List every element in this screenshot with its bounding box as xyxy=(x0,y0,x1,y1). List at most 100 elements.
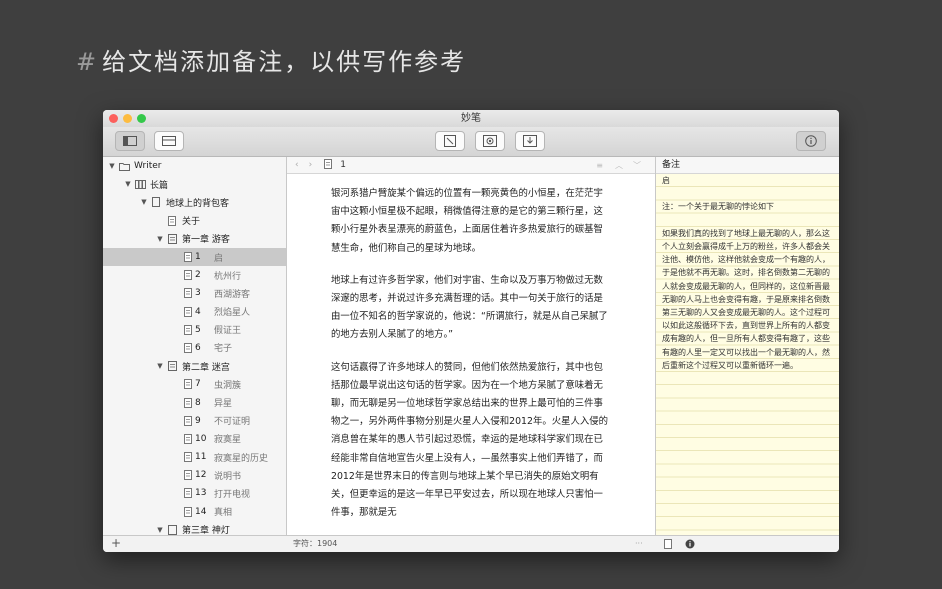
tree-item[interactable]: 8 异星 xyxy=(103,393,286,411)
slide-title-hash: # xyxy=(76,48,99,76)
tree-item-number: 5 xyxy=(195,324,201,335)
tree-item-label: 不可证明 xyxy=(214,417,251,428)
document-icon xyxy=(181,415,195,426)
document-icon xyxy=(181,379,195,390)
zoom-window-button[interactable] xyxy=(137,114,146,123)
tree-item[interactable]: 9 不可证明 xyxy=(103,412,286,430)
toolbar xyxy=(103,127,839,157)
editor-paragraph: 地球上有过许多哲学家，他们对宇宙、生命以及万事万物做过无数深邃的思考，并说过许多… xyxy=(331,274,608,341)
document-icon xyxy=(181,452,195,463)
books-icon xyxy=(133,179,147,189)
tree-chapter-1[interactable]: ▼ 第一章 游客 xyxy=(103,230,286,248)
tree-item-label: 打开电视 xyxy=(214,489,251,500)
notes-text[interactable]: 启 注：一个关于最无聊的悖论如下 如果我们真的找到了地球上最无聊的人，那么这个人… xyxy=(656,174,839,536)
breadcrumb-doc-number: 1 xyxy=(340,160,346,170)
more-options-button[interactable]: ··· xyxy=(635,536,643,552)
preview-button[interactable] xyxy=(475,131,505,151)
document-icon xyxy=(181,470,195,481)
tree-item-number: 3 xyxy=(195,288,201,299)
tree-item[interactable]: 1启 xyxy=(103,247,286,267)
list-icon[interactable]: ≡ xyxy=(596,161,603,170)
chapter-icon xyxy=(165,233,179,244)
note-title: 启 xyxy=(662,176,670,185)
document-icon xyxy=(181,488,195,499)
notes-header: 备注 xyxy=(656,157,839,174)
tree-section[interactable]: ▼ 长篇 xyxy=(103,175,286,193)
document-icon xyxy=(181,288,195,299)
tree-item-label: 说明书 xyxy=(214,471,242,482)
tree-item-label: 寂寞星 xyxy=(214,435,242,446)
tree-item-about[interactable]: 关于 xyxy=(103,212,286,230)
document-icon xyxy=(181,252,195,263)
tree-item-label: 寂寞星的历史 xyxy=(214,453,269,464)
minimize-window-button[interactable] xyxy=(123,114,132,123)
tree-item-number: 13 xyxy=(195,488,207,499)
tree-item-number: 10 xyxy=(195,433,207,444)
tree-item-number: 8 xyxy=(195,397,201,408)
tree-item[interactable]: 2 杭州行 xyxy=(103,266,286,284)
tree-chapter-3[interactable]: ▼ 第三章 神灯 xyxy=(103,521,286,536)
tree-root[interactable]: ▼ Writer xyxy=(103,157,286,175)
tree-item-label: 烈焰星人 xyxy=(214,308,251,319)
tree-item-label: 杭州行 xyxy=(214,271,242,282)
editor-paragraph: 这句话赢得了许多地球人的赞同，但他们依然热爱旅行，其中也包括那位最早说出这句话的… xyxy=(331,361,608,519)
disclosure-triangle-icon[interactable]: ▼ xyxy=(155,235,165,243)
chapter-icon xyxy=(165,524,179,535)
slide-title-text: 给文档添加备注，以供写作参考 xyxy=(102,48,467,76)
tree-item-number: 11 xyxy=(195,452,207,463)
disclosure-triangle-icon[interactable]: ▼ xyxy=(155,362,165,370)
document-icon xyxy=(165,215,179,226)
editor-header: ‹ › 1 ≡ ︿ ﹀ xyxy=(287,157,655,174)
tree-item-number: 12 xyxy=(195,470,207,481)
disclosure-triangle-icon[interactable]: ▼ xyxy=(123,180,133,188)
tree-item[interactable]: 5 假证王 xyxy=(103,321,286,339)
tree-item-label: 虫洞簇 xyxy=(214,380,242,391)
fullscreen-button[interactable] xyxy=(435,131,465,151)
add-item-button[interactable]: + xyxy=(111,536,121,551)
sidebar: ▼ Writer ▼ 长篇 ▼ 地球上的背包客 关于 ▼ 第一章 游客 1 启 … xyxy=(103,157,287,536)
tree-item-number: 4 xyxy=(195,306,201,317)
disclosure-triangle-icon[interactable]: ▼ xyxy=(139,198,149,206)
editor-pane: ‹ › 1 ≡ ︿ ﹀ 银河系猎户臂旋某个偏远的位置有一颗亮黄色的小恒星，在茫茫… xyxy=(287,157,655,536)
document-icon xyxy=(181,506,195,517)
disclosure-triangle-icon[interactable]: ▼ xyxy=(155,526,165,534)
status-bar: + 字符：1904 ··· xyxy=(103,535,839,552)
editor-text[interactable]: 银河系猎户臂旋某个偏远的位置有一颗亮黄色的小恒星，在茫茫宇宙中这颗小恒星极不起眼… xyxy=(331,185,611,536)
note-mode-icon[interactable] xyxy=(664,539,672,551)
eye-icon xyxy=(483,135,497,147)
document-icon xyxy=(181,270,195,281)
tree-item-number: 2 xyxy=(195,270,201,281)
info-icon[interactable] xyxy=(685,539,695,551)
tree-item-label: 真相 xyxy=(214,508,233,519)
forward-arrow-icon[interactable]: › xyxy=(309,160,313,170)
chevron-up-icon[interactable]: ︿ xyxy=(615,160,623,171)
tree-item[interactable]: 12 说明书 xyxy=(103,466,286,484)
tree-book[interactable]: ▼ 地球上的背包客 xyxy=(103,193,286,211)
tree-item-label: 西湖游客 xyxy=(214,289,251,300)
tree-item[interactable]: 14 真相 xyxy=(103,503,286,521)
toggle-header-button[interactable] xyxy=(154,131,184,151)
tree-item[interactable]: 13 打开电视 xyxy=(103,484,286,502)
tree-item-number: 7 xyxy=(195,379,201,390)
tree-chapter-2[interactable]: ▼ 第二章 迷宫 xyxy=(103,357,286,375)
close-window-button[interactable] xyxy=(109,114,118,123)
back-arrow-icon[interactable]: ‹ xyxy=(295,160,299,170)
app-window: 妙笔 ▼ Writer ▼ 长篇 ▼ 地球上的背包客 关于 ▼ 第一章 游客 1… xyxy=(103,110,839,552)
tree-item[interactable]: 10 寂寞星 xyxy=(103,430,286,448)
tree-item[interactable]: 6 宅子 xyxy=(103,339,286,357)
tree-item[interactable]: 11 寂寞星的历史 xyxy=(103,448,286,466)
info-button[interactable] xyxy=(796,131,826,151)
character-count: 字符：1904 xyxy=(293,539,338,548)
toggle-sidebar-button[interactable] xyxy=(115,131,145,151)
tree-item-number: 6 xyxy=(195,342,201,353)
tree-item[interactable]: 7 虫洞簇 xyxy=(103,375,286,393)
note-body: 如果我们真的找到了地球上最无聊的人，那么这个人立刻会赢得成千上万的粉丝，许多人都… xyxy=(662,228,830,370)
disclosure-triangle-icon[interactable]: ▼ xyxy=(107,162,117,170)
tree-item[interactable]: 4 烈焰星人 xyxy=(103,303,286,321)
chevron-down-icon[interactable]: ﹀ xyxy=(633,160,641,171)
document-icon xyxy=(181,342,195,353)
tree-item-number: 9 xyxy=(195,415,201,426)
tree-item[interactable]: 3 西湖游客 xyxy=(103,284,286,302)
export-button[interactable] xyxy=(515,131,545,151)
notes-pane: 备注 启 注：一个关于最无聊的悖论如下 如果我们真的找到了地球上最无聊的人，那么… xyxy=(655,157,839,536)
